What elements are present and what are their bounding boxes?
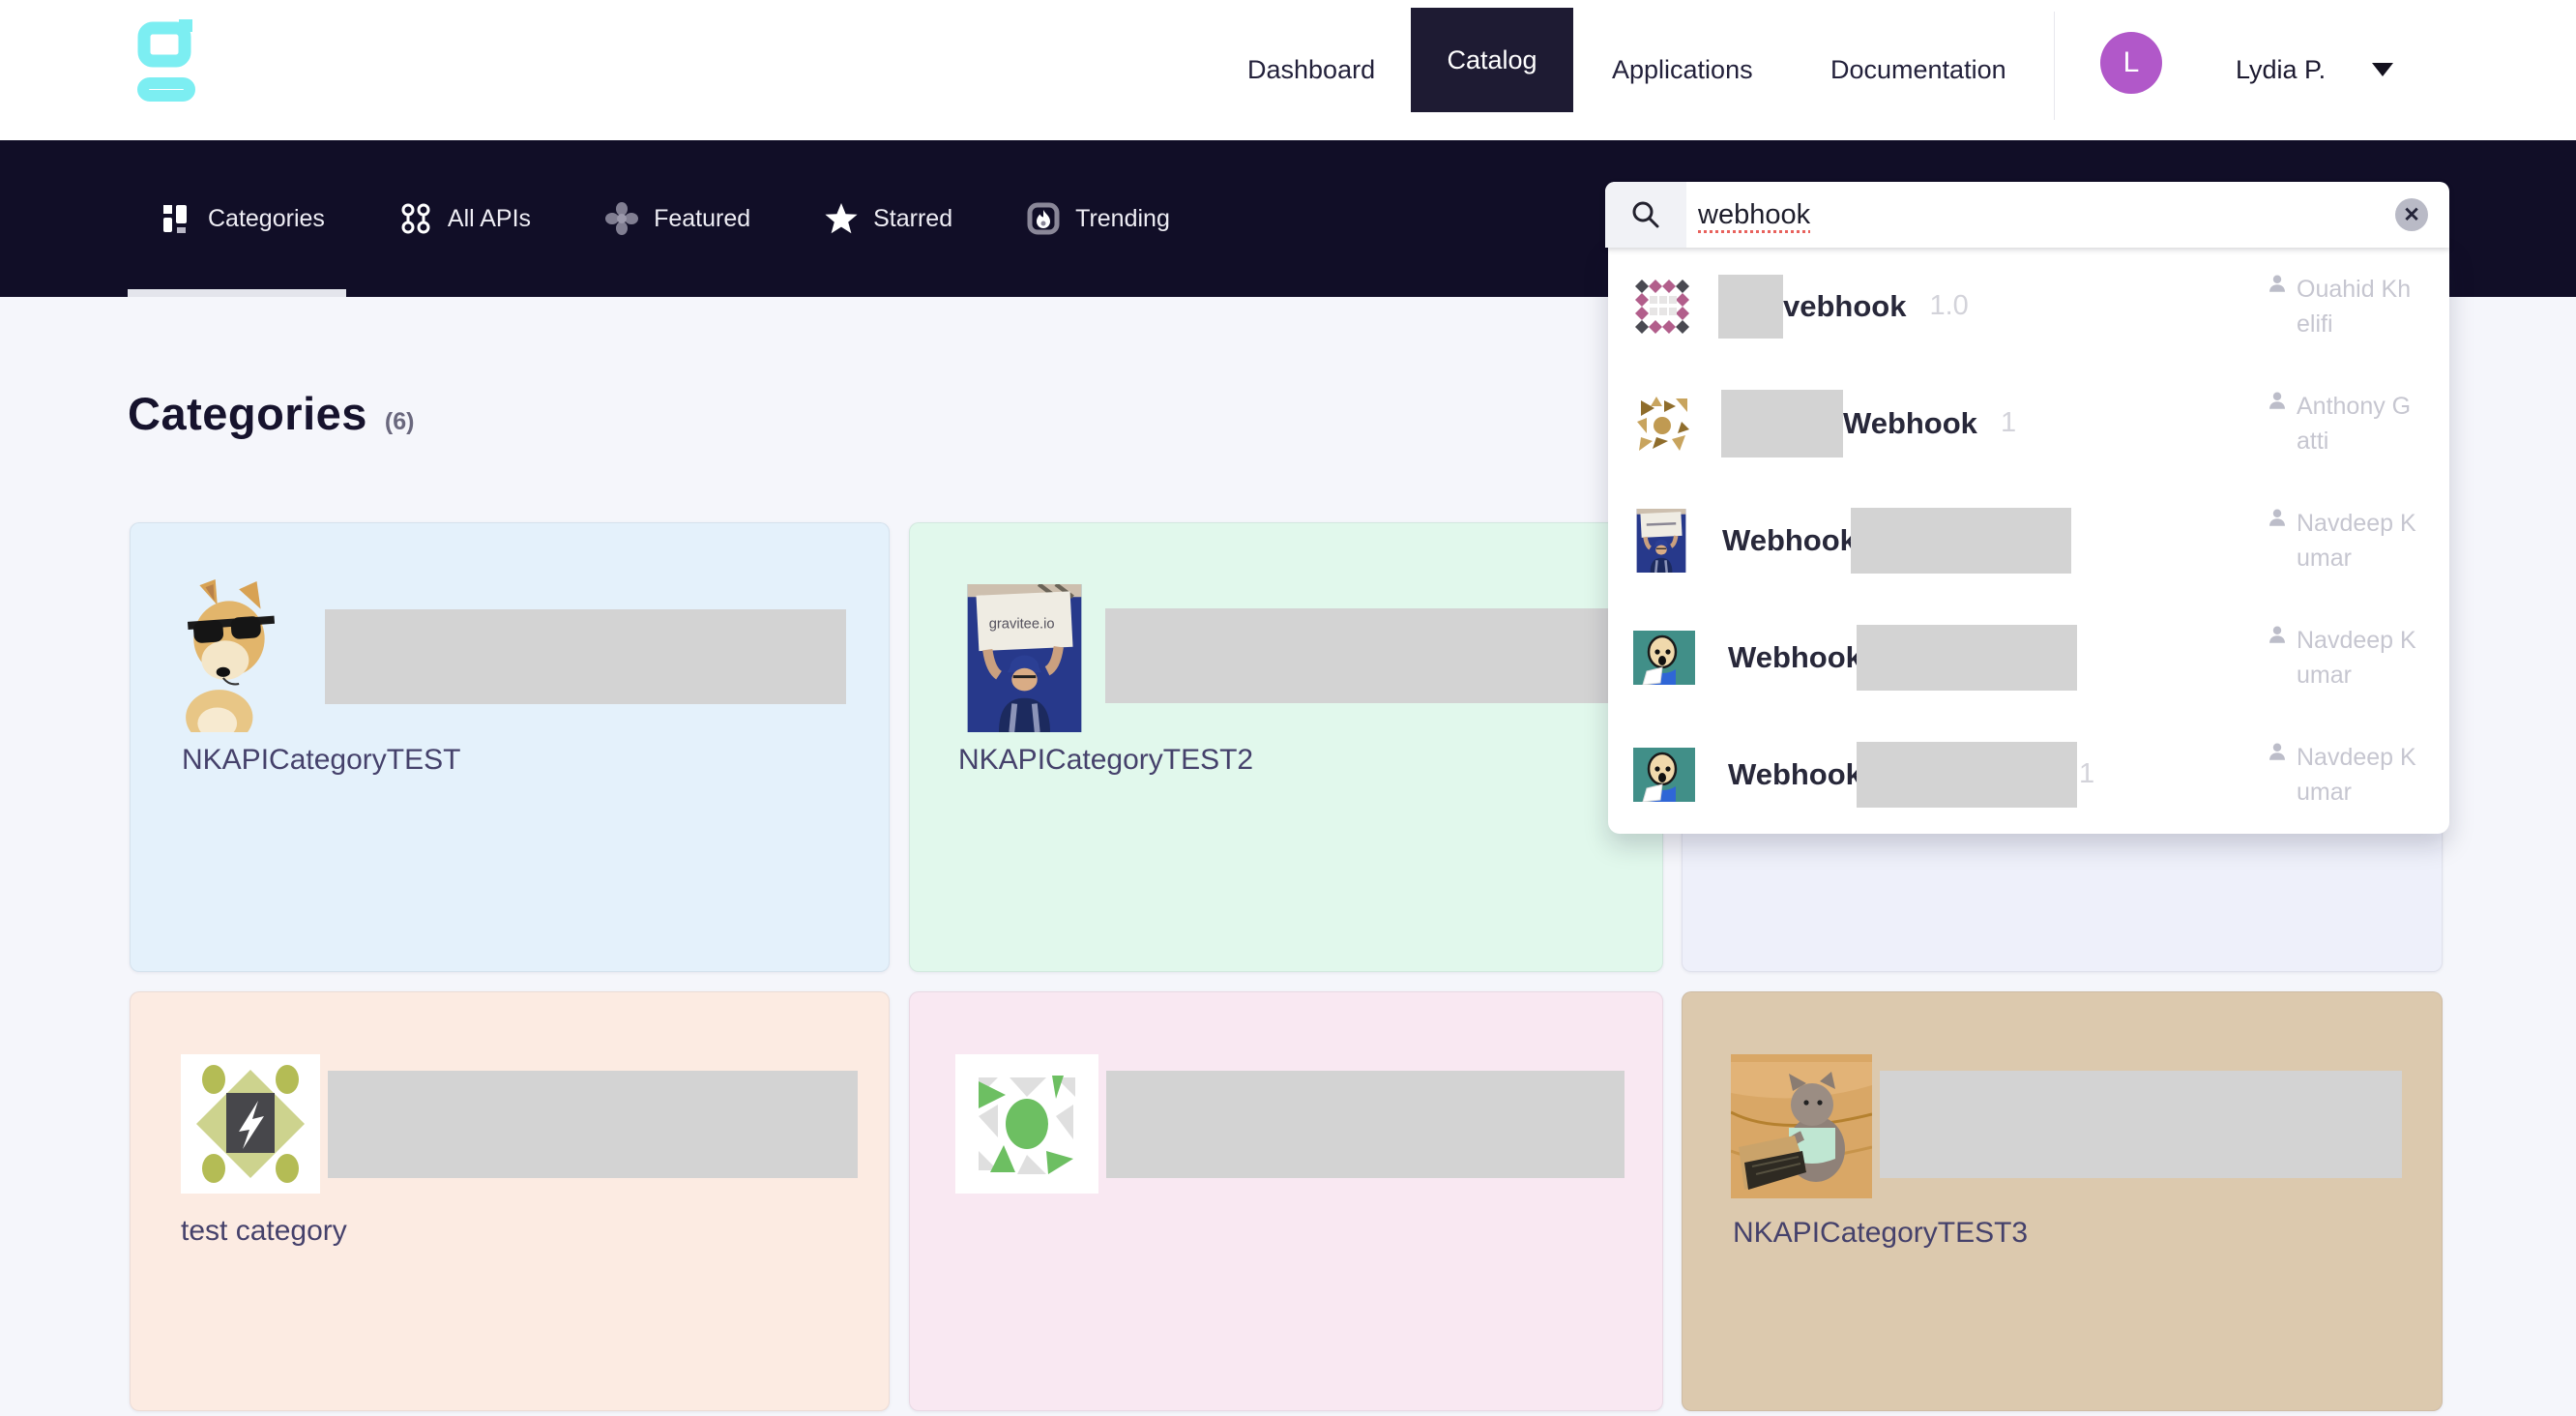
tab-all-apis[interactable]: All APIs	[398, 201, 531, 236]
category-name: NKAPICategoryTEST3	[1733, 1217, 2028, 1250]
chevron-down-icon[interactable]	[2371, 62, 2394, 82]
user-name[interactable]: Lydia P.	[2236, 0, 2326, 140]
tab-label: Featured	[654, 205, 750, 233]
result-version: 1.0	[1929, 290, 1968, 322]
page-title: Categories	[128, 387, 367, 440]
redacted-text-block	[1857, 742, 2077, 808]
diamond-pattern-icon	[1633, 278, 1691, 336]
gravitee-sign-photo: gravitee.io	[967, 584, 1082, 732]
category-name: test category	[181, 1215, 347, 1248]
categories-icon	[161, 202, 193, 235]
category-name: NKAPICategoryTEST	[182, 744, 460, 777]
category-card-pink[interactable]	[909, 991, 1663, 1411]
tab-categories[interactable]: Categories	[161, 202, 325, 235]
result-version: 1	[2079, 758, 2094, 790]
author-name: Navdeep Kumar	[2297, 622, 2418, 693]
page-heading: Categories (6)	[128, 387, 414, 440]
clear-search-button[interactable]: ✕	[2395, 198, 2428, 231]
active-tab-indicator	[128, 289, 346, 297]
doge-image	[182, 579, 280, 732]
top-navbar: Dashboard Catalog Applications Documenta…	[0, 0, 2576, 140]
author-name: Navdeep Kumar	[2297, 505, 2418, 575]
tab-starred[interactable]: Starred	[824, 201, 952, 236]
nav-item-applications[interactable]: Applications	[1612, 0, 1753, 140]
featured-icon	[604, 201, 639, 236]
tab-label: Categories	[208, 205, 325, 233]
person-icon	[2266, 388, 2289, 411]
result-title: Webhook	[1722, 523, 1857, 558]
search-icon	[1629, 198, 1662, 231]
redacted-text-block	[1880, 1071, 2402, 1178]
search-result-row[interactable]: Webhook 1 Anthony Gatti	[1608, 365, 2449, 482]
result-author: Navdeep Kumar	[2266, 505, 2420, 575]
pinwheel-image	[955, 1054, 1098, 1194]
all-apis-icon	[398, 201, 433, 236]
result-author: Ouahid Khelifi	[2266, 271, 2420, 341]
category-card-nkapicategorytest3[interactable]: NKAPICategoryTEST3	[1682, 991, 2443, 1411]
redacted-text-block	[1718, 275, 1783, 339]
result-author: Navdeep Kumar	[2266, 739, 2420, 810]
search-result-row[interactable]: Webhook 1 Navdeep Kumar	[1608, 716, 2449, 833]
person-icon	[2266, 622, 2289, 645]
result-author: Anthony Gatti	[2266, 388, 2420, 458]
api-search-box[interactable]: webhook ✕	[1605, 182, 2449, 248]
tab-label: All APIs	[448, 205, 531, 233]
sign-text: gravitee.io	[989, 617, 1055, 633]
nav-item-dashboard[interactable]: Dashboard	[1247, 0, 1375, 140]
result-title: vebhook	[1783, 289, 1906, 324]
category-card-nkapicategorytest2[interactable]: gravitee.io NKAPICategoryTEST2	[909, 522, 1663, 972]
author-name: Ouahid Khelifi	[2297, 271, 2418, 341]
nav-item-documentation[interactable]: Documentation	[1830, 0, 2006, 140]
search-input[interactable]: webhook	[1698, 199, 1810, 231]
redacted-text-block	[1851, 508, 2071, 574]
ornament-image	[181, 1054, 320, 1194]
redacted-text-block	[1721, 390, 1843, 457]
search-result-row[interactable]: Webhook Navdeep Kumar	[1608, 599, 2449, 716]
person-icon	[2266, 739, 2289, 762]
category-name: NKAPICategoryTEST2	[958, 744, 1253, 777]
gravitee-logo-icon	[135, 19, 197, 103]
person-icon	[2266, 271, 2289, 294]
tab-featured[interactable]: Featured	[604, 201, 750, 236]
redacted-text-block	[1106, 1071, 1625, 1178]
author-name: Navdeep Kumar	[2297, 739, 2418, 810]
redacted-text-block	[328, 1071, 858, 1178]
gravitee-photo-icon	[1633, 509, 1689, 573]
trending-icon	[1026, 201, 1061, 236]
teal-character-icon	[1633, 631, 1695, 685]
category-card-test-category[interactable]: test category	[130, 991, 890, 1411]
search-result-row[interactable]: vebhook 1.0 Ouahid Khelifi	[1608, 248, 2449, 365]
author-name: Anthony Gatti	[2297, 388, 2418, 458]
result-title: Webhook	[1728, 757, 1862, 792]
nav-item-catalog[interactable]: Catalog	[1411, 8, 1573, 112]
redacted-text-block	[1857, 625, 2077, 691]
tab-label: Trending	[1075, 205, 1170, 233]
cat-laptop-image	[1731, 1054, 1872, 1198]
search-icon-zone	[1605, 182, 1686, 248]
category-card-nkapicategorytest[interactable]: NKAPICategoryTEST	[130, 522, 890, 972]
header-divider	[2054, 12, 2055, 120]
result-author: Navdeep Kumar	[2266, 622, 2420, 693]
person-icon	[2266, 505, 2289, 528]
search-result-row[interactable]: Webhook Navdeep Kumar	[1608, 482, 2449, 599]
redacted-text-block	[325, 609, 846, 704]
category-count: (6)	[385, 408, 415, 436]
developer-portal-app: Dashboard Catalog Applications Documenta…	[0, 0, 2576, 1416]
tab-trending[interactable]: Trending	[1026, 201, 1170, 236]
teal-character-icon	[1633, 748, 1695, 802]
result-title: Webhook	[1843, 406, 1977, 441]
result-version: 1	[2001, 407, 2016, 439]
search-results-dropdown: vebhook 1.0 Ouahid Khelifi	[1608, 248, 2449, 834]
gravitee-logo[interactable]	[135, 19, 197, 103]
avatar[interactable]: L	[2100, 32, 2162, 94]
result-title: Webhook	[1728, 640, 1862, 675]
tab-label: Starred	[873, 205, 952, 233]
starred-icon	[824, 201, 859, 236]
gold-pinwheel-icon	[1633, 395, 1691, 453]
redacted-text-block	[1105, 608, 1618, 703]
